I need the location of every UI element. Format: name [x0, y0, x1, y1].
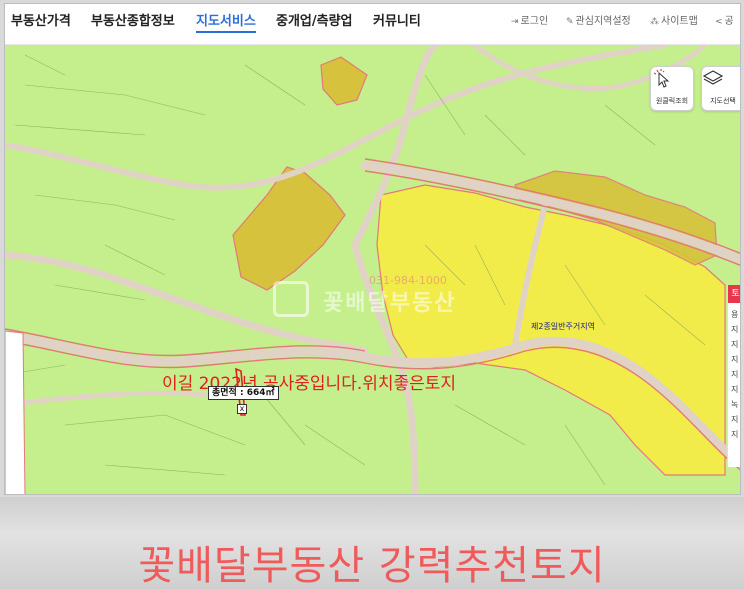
map-select-label: 지도선택	[710, 97, 736, 105]
close-icon[interactable]: x	[237, 404, 247, 414]
side-letter: 지	[731, 355, 739, 364]
sitemap-icon: ⁂	[650, 17, 659, 27]
side-panel-tab[interactable]: 토	[728, 285, 740, 303]
util-login[interactable]: ⇥ 로그인	[511, 12, 548, 27]
map-annotation-note: 이길 2022년 공사중입니다.위치좋은토지	[162, 374, 457, 394]
side-letter: 지	[731, 325, 739, 334]
total-area-tag: 총면적 : 664㎡	[208, 386, 279, 400]
pin-icon: ✎	[566, 17, 574, 27]
watermark-logo	[273, 281, 309, 317]
share-icon: <	[715, 17, 723, 27]
watermark-phone: 031-984-1000	[369, 274, 447, 287]
nav-brokerage-survey[interactable]: 중개업/측량업	[276, 10, 353, 29]
map-select-button[interactable]: 지도선택	[701, 66, 740, 111]
promo-banner-text: 꽃배달부동산 강력추천토지	[138, 543, 606, 589]
util-interest-area[interactable]: ✎ 관심지역설정	[566, 12, 631, 27]
nav-real-estate-price[interactable]: 부동산가격	[11, 10, 71, 29]
layers-icon	[702, 70, 740, 94]
top-navigation: 부동산가격 부동산종합정보 지도서비스 중개업/측량업 커뮤니티 ⇥ 로그인 ✎ 관…	[5, 4, 740, 45]
side-letter: 지	[731, 340, 739, 349]
util-interest-label: 관심지역설정	[575, 16, 631, 27]
one-click-lookup-label: 원클릭조회	[655, 97, 689, 105]
side-letter: 녹	[731, 400, 739, 409]
util-sitemap-label: 사이트맵	[661, 16, 698, 27]
side-letter: 지	[731, 430, 739, 439]
road-west-lower	[5, 390, 208, 408]
olive-zone-top	[320, 56, 368, 106]
nav-community[interactable]: 커뮤니티	[373, 10, 421, 29]
browser-frame: 부동산가격 부동산종합정보 지도서비스 중개업/측량업 커뮤니티 ⇥ 로그인 ✎ 관…	[4, 3, 741, 495]
util-share[interactable]: < 공	[715, 12, 734, 27]
util-login-label: 로그인	[520, 16, 549, 27]
util-share-label: 공	[724, 16, 734, 27]
white-plot	[5, 330, 26, 494]
one-click-lookup-button[interactable]: 원클릭조회	[650, 66, 694, 111]
side-letter: 지	[731, 370, 739, 379]
zoning-map[interactable]: 꽃배달부동산 031-984-1000 제2종일반주거지역 이길 2022년 공…	[5, 45, 740, 494]
promo-banner: 꽃배달부동산 강력추천토지	[0, 497, 744, 589]
road-diagonal-left	[5, 251, 369, 355]
side-panel-letters: 용 지 지 지 지 지 녹 지 지	[731, 307, 740, 442]
side-info-panel[interactable]: 토 용 지 지 지 지 지 녹 지 지	[727, 285, 740, 467]
watermark-brand: 꽃배달부동산	[323, 291, 457, 316]
nav-real-estate-info[interactable]: 부동산종합정보	[91, 10, 175, 29]
side-letter: 지	[731, 415, 739, 424]
cursor-click-icon	[651, 69, 693, 94]
login-icon: ⇥	[511, 17, 519, 27]
util-sitemap[interactable]: ⁂ 사이트맵	[650, 12, 698, 27]
side-letter: 지	[731, 385, 739, 394]
map-canvas	[5, 45, 740, 494]
zone-label: 제2종일반주거지역	[531, 322, 595, 331]
side-letter: 용	[731, 310, 739, 319]
nav-map-service[interactable]: 지도서비스	[196, 10, 256, 33]
